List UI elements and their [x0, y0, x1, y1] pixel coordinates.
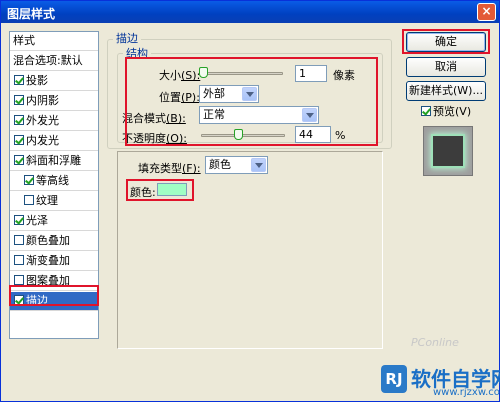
- style-item-outer-glow[interactable]: 外发光: [10, 112, 98, 131]
- checkbox-icon[interactable]: [14, 255, 24, 265]
- checkbox-icon[interactable]: [14, 95, 24, 105]
- checkbox-icon[interactable]: [24, 195, 34, 205]
- brand-url: www.rjzxw.com: [433, 387, 500, 398]
- blend-options-item[interactable]: 混合选项:默认: [10, 52, 98, 71]
- style-item-satin[interactable]: 光泽: [10, 212, 98, 231]
- checkbox-icon[interactable]: [14, 235, 24, 245]
- fill-type-label: 填充类型(F):: [138, 160, 201, 176]
- checkbox-icon[interactable]: [14, 215, 24, 225]
- checkbox-icon[interactable]: [14, 275, 24, 285]
- stroke-item-highlight: [9, 285, 99, 306]
- style-item-inner-glow[interactable]: 内发光: [10, 132, 98, 151]
- checkbox-icon[interactable]: [14, 75, 24, 85]
- checkbox-icon[interactable]: [14, 115, 24, 125]
- title-bar[interactable]: 图层样式 ×: [1, 1, 499, 23]
- fill-type-label-text: 填充类型: [138, 162, 182, 175]
- color-highlight: [126, 179, 194, 201]
- close-icon: ×: [481, 4, 492, 18]
- fill-type-value: 颜色: [209, 158, 231, 171]
- style-item-label: 斜面和浮雕: [26, 154, 81, 167]
- layer-style-dialog: 图层样式 × 样式 混合选项:默认 投影 内阴影 外发光 内发光 斜面和浮雕 等…: [0, 0, 500, 402]
- style-item-label: 渐变叠加: [26, 254, 70, 267]
- new-style-button[interactable]: 新建样式(W)...: [406, 81, 486, 101]
- style-item-drop-shadow[interactable]: 投影: [10, 72, 98, 91]
- chevron-down-icon[interactable]: [251, 158, 266, 172]
- dialog-title: 图层样式: [7, 7, 56, 21]
- checkbox-icon[interactable]: [24, 175, 34, 185]
- style-item-label: 光泽: [26, 214, 48, 227]
- stroke-section-title: 描边: [113, 30, 141, 46]
- styles-header[interactable]: 样式: [10, 32, 98, 51]
- style-item-label: 投影: [26, 74, 48, 87]
- style-item-texture[interactable]: 纹理: [10, 192, 98, 211]
- style-item-label: 内发光: [26, 134, 59, 147]
- style-item-gradient-overlay[interactable]: 渐变叠加: [10, 252, 98, 271]
- style-item-label: 外发光: [26, 114, 59, 127]
- style-item-label: 纹理: [36, 194, 58, 207]
- preview-swatch: [433, 136, 463, 166]
- style-item-contour[interactable]: 等高线: [10, 172, 98, 191]
- checkbox-icon[interactable]: [421, 106, 431, 116]
- fill-type-shortcut: (F):: [182, 162, 201, 175]
- style-item-label: 等高线: [36, 174, 69, 187]
- style-item-color-overlay[interactable]: 颜色叠加: [10, 232, 98, 251]
- style-item-bevel-emboss[interactable]: 斜面和浮雕: [10, 152, 98, 171]
- brand-logo: RJ: [381, 365, 407, 393]
- preview-checkbox[interactable]: 预览(V): [421, 103, 471, 119]
- brand-watermark: RJ 软件自学网 www.rjzxw.com: [381, 363, 500, 399]
- style-item-inner-shadow[interactable]: 内阴影: [10, 92, 98, 111]
- fill-type-select[interactable]: 颜色: [205, 156, 268, 174]
- cancel-button[interactable]: 取消: [406, 57, 486, 77]
- preview-label: 预览(V): [433, 105, 472, 118]
- structure-highlight: [125, 57, 378, 146]
- close-button[interactable]: ×: [477, 3, 496, 21]
- pconline-watermark: PConline: [411, 336, 459, 349]
- style-preview: [423, 126, 473, 176]
- style-item-label: 内阴影: [26, 94, 59, 107]
- checkbox-icon[interactable]: [14, 155, 24, 165]
- ok-highlight: [402, 29, 490, 54]
- checkbox-icon[interactable]: [14, 135, 24, 145]
- style-item-label: 颜色叠加: [26, 234, 70, 247]
